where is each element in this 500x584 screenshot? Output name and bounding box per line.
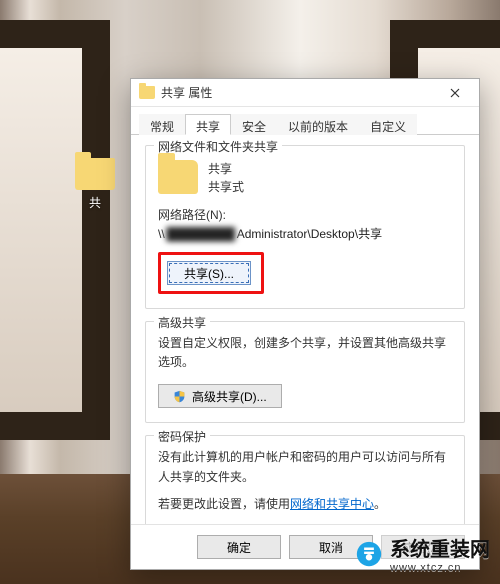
tab-strip: 常规 共享 安全 以前的版本 自定义 [131, 107, 479, 135]
watermark: 系统重装网 www.xtcz.cn [356, 533, 490, 574]
tab-previous-versions[interactable]: 以前的版本 [277, 114, 359, 135]
folder-icon [75, 158, 115, 190]
desktop-folder[interactable]: 共 [75, 158, 115, 211]
group-password-protection: 密码保护 没有此计算机的用户帐户和密码的用户可以访问与所有人共享的文件夹。 若要… [145, 435, 465, 524]
watermark-text: 系统重装网 [390, 539, 490, 561]
group-legend: 高级共享 [154, 314, 210, 331]
password-desc-2: 若要更改此设置，请使用网络和共享中心。 [158, 495, 452, 514]
tab-security[interactable]: 安全 [231, 114, 277, 135]
share-state: 共享式 [208, 178, 244, 196]
group-advanced-sharing: 高级共享 设置自定义权限，创建多个共享，并设置其他高级共享选项。 高级共享(D)… [145, 321, 465, 423]
advanced-desc: 设置自定义权限，创建多个共享，并设置其他高级共享选项。 [158, 334, 452, 372]
background-frame-left [0, 20, 110, 440]
advanced-sharing-button[interactable]: 高级共享(D)... [158, 384, 282, 408]
desktop-folder-label: 共 [75, 194, 115, 211]
tab-general[interactable]: 常规 [139, 114, 185, 135]
group-legend: 密码保护 [154, 428, 210, 445]
network-sharing-center-link[interactable]: 网络和共享中心 [290, 497, 374, 511]
close-icon [450, 88, 460, 98]
network-path-label: 网络路径(N): [158, 206, 452, 223]
dialog-title: 共享 属性 [161, 84, 435, 101]
folder-icon [139, 86, 155, 99]
shield-icon [173, 390, 186, 403]
watermark-sub: www.xtcz.cn [390, 562, 490, 574]
share-button[interactable]: 共享(S)... [167, 261, 251, 285]
tab-sharing[interactable]: 共享 [185, 114, 231, 135]
folder-icon [158, 160, 198, 194]
password-desc-1: 没有此计算机的用户帐户和密码的用户可以访问与所有人共享的文件夹。 [158, 448, 452, 486]
close-button[interactable] [435, 80, 475, 106]
watermark-logo-icon [356, 541, 382, 567]
properties-dialog: 共享 属性 常规 共享 安全 以前的版本 自定义 网络文件和文件夹共享 共享 共… [130, 78, 480, 570]
titlebar: 共享 属性 [131, 79, 479, 107]
group-network-sharing: 网络文件和文件夹共享 共享 共享式 网络路径(N): \\████████Adm… [145, 145, 465, 309]
ok-button[interactable]: 确定 [197, 535, 281, 559]
tab-customize[interactable]: 自定义 [359, 114, 417, 135]
network-path-value: \\████████Administrator\Desktop\共享 [158, 225, 452, 242]
highlight-callout: 共享(S)... [158, 252, 264, 294]
share-name: 共享 [208, 160, 244, 178]
dialog-body: 网络文件和文件夹共享 共享 共享式 网络路径(N): \\████████Adm… [131, 135, 479, 524]
